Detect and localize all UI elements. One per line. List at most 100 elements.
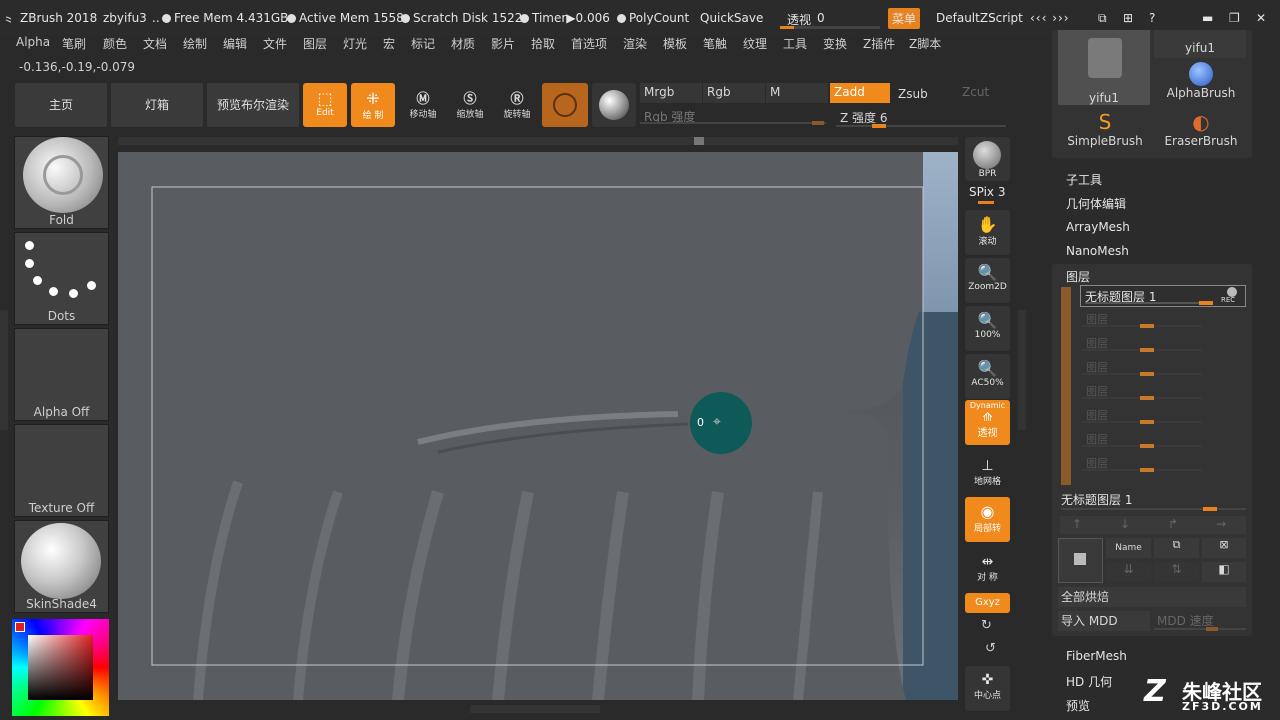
redirect-icon[interactable]: ↱ bbox=[1168, 517, 1178, 531]
top-scroll-strip[interactable] bbox=[118, 137, 958, 145]
layer-slot[interactable]: 图层 bbox=[1082, 431, 1242, 451]
layer-name-field[interactable]: 无标题图层 1 bbox=[1061, 491, 1132, 508]
tool-current-button[interactable]: yifu1 bbox=[1154, 30, 1246, 58]
floor-button[interactable]: ⊥ 地网格 bbox=[965, 452, 1010, 492]
rotate-button[interactable]: Ⓡ 旋转轴 bbox=[495, 88, 539, 128]
duplicate-layer-icon[interactable]: ⧉ bbox=[1154, 538, 1199, 558]
transparency-value[interactable]: 0 bbox=[817, 11, 825, 25]
move-down-icon[interactable]: ↓ bbox=[1120, 517, 1130, 531]
menu-tool[interactable]: 工具 bbox=[783, 35, 807, 52]
menu-marker[interactable]: 标记 bbox=[411, 35, 435, 52]
bottom-tray-handle[interactable] bbox=[470, 705, 600, 713]
bake-all-button[interactable]: 全部烘焙 bbox=[1058, 587, 1246, 607]
bpr-button[interactable]: BPR bbox=[965, 137, 1010, 181]
restore-icon[interactable]: ❐ bbox=[1229, 11, 1240, 25]
home-button[interactable]: 主页 bbox=[15, 83, 107, 127]
scroll-button[interactable]: ✋ 滚动 bbox=[965, 210, 1010, 255]
menu-file[interactable]: 文件 bbox=[263, 35, 287, 52]
menu-light[interactable]: 灯光 bbox=[343, 35, 367, 52]
menu-document[interactable]: 文档 bbox=[143, 35, 167, 52]
close-icon[interactable]: ✕ bbox=[1256, 11, 1266, 25]
zoom2d-button[interactable]: 🔍 Zoom2D bbox=[965, 258, 1010, 303]
rec-label[interactable]: REC bbox=[1221, 296, 1235, 304]
menu-edit[interactable]: 编辑 bbox=[223, 35, 247, 52]
alpha-slot[interactable]: Alpha Off bbox=[14, 328, 109, 421]
nanomesh-section[interactable]: NanoMesh bbox=[1066, 244, 1129, 258]
layer-slot[interactable]: 图层 bbox=[1082, 311, 1242, 331]
layer-slot[interactable]: 图层 bbox=[1082, 407, 1242, 427]
menu-material[interactable]: 材质 bbox=[451, 35, 475, 52]
tray-toggle-icons[interactable]: ‹‹‹ ››› bbox=[1030, 11, 1070, 25]
quicksave-button[interactable]: QuickSave bbox=[700, 11, 763, 25]
z-rotation-icon[interactable]: ↺ bbox=[985, 641, 996, 656]
alphabrush-tool[interactable]: AlphaBrush bbox=[1160, 62, 1242, 104]
gradient-button[interactable] bbox=[592, 83, 636, 127]
layers-section[interactable]: 图层 bbox=[1066, 268, 1090, 285]
menu-preferences[interactable]: 首选项 bbox=[571, 35, 607, 52]
center-point-button[interactable]: ✜ 中心点 bbox=[965, 666, 1010, 711]
menu-button[interactable]: 菜单 bbox=[888, 8, 921, 29]
menu-color[interactable]: 颜色 bbox=[103, 35, 127, 52]
menu-brush[interactable]: 笔刷 bbox=[62, 35, 86, 52]
material-slot[interactable]: SkinShade4 bbox=[14, 520, 109, 613]
delete-layer-icon[interactable]: ⊠ bbox=[1202, 538, 1246, 558]
save-layout-icon[interactable]: ⊞ bbox=[1123, 11, 1133, 25]
hd-geometry-section[interactable]: HD 几何 bbox=[1066, 673, 1112, 690]
split-layer-icon[interactable]: ◧ bbox=[1202, 562, 1246, 582]
bpr-preview-button[interactable]: 预览布尔渲染 bbox=[207, 83, 299, 127]
tool-thumbnail[interactable]: yifu1 bbox=[1058, 30, 1150, 105]
script-button[interactable]: DefaultZScript bbox=[936, 11, 1023, 25]
menu-alpha[interactable]: Alpha bbox=[16, 35, 50, 49]
arraymesh-section[interactable]: ArrayMesh bbox=[1066, 220, 1130, 234]
eraserbrush-tool[interactable]: ◐ EraserBrush bbox=[1160, 110, 1242, 154]
subtool-section[interactable]: 子工具 bbox=[1066, 171, 1102, 188]
menu-macro[interactable]: 宏 bbox=[383, 35, 395, 52]
rgb-button[interactable]: Rgb bbox=[703, 83, 765, 103]
stroke-slot[interactable]: Dots bbox=[14, 232, 109, 325]
new-layer-button[interactable] bbox=[1058, 538, 1103, 583]
local-button[interactable]: ◉ 局部转 bbox=[965, 497, 1010, 542]
mrgb-button[interactable]: Mrgb bbox=[640, 83, 702, 103]
brush-slot[interactable]: Fold bbox=[14, 136, 109, 229]
next-icon[interactable]: → bbox=[1216, 517, 1226, 531]
zcut-button[interactable]: Zcut bbox=[958, 83, 1008, 103]
transparency-slider[interactable] bbox=[780, 26, 880, 29]
scale-button[interactable]: Ⓢ 缩放轴 bbox=[448, 88, 492, 128]
layout-icon[interactable]: ⧉ bbox=[1098, 11, 1107, 26]
material-sphere-button[interactable] bbox=[542, 83, 588, 127]
menu-render[interactable]: 渲染 bbox=[623, 35, 647, 52]
menu-transform[interactable]: 变换 bbox=[823, 35, 847, 52]
xyz-rotation-button[interactable]: Gxyz bbox=[965, 593, 1010, 613]
ac50-button[interactable]: 🔍 AC50% bbox=[965, 354, 1010, 399]
menu-zscript[interactable]: Z脚本 bbox=[909, 35, 941, 52]
menu-texture[interactable]: 纹理 bbox=[743, 35, 767, 52]
name-button[interactable]: Name bbox=[1106, 538, 1151, 558]
merge-down-icon[interactable]: ⇊ bbox=[1106, 562, 1151, 582]
active-layer-row[interactable]: 无标题图层 1 REC bbox=[1080, 285, 1246, 307]
texture-slot[interactable]: Texture Off bbox=[14, 424, 109, 517]
symmetry-button[interactable]: ⇹ 对 称 bbox=[965, 548, 1010, 588]
top-scroll-handle[interactable] bbox=[694, 137, 704, 145]
main-color-swatch[interactable] bbox=[15, 622, 25, 632]
menu-draw[interactable]: 绘制 bbox=[183, 35, 207, 52]
geometry-section[interactable]: 几何体编辑 bbox=[1066, 195, 1126, 212]
menu-movie[interactable]: 影片 bbox=[491, 35, 515, 52]
layer-slot[interactable]: 图层 bbox=[1082, 335, 1242, 355]
layer-intensity-slider[interactable] bbox=[1061, 507, 1246, 511]
lightbox-button[interactable]: 灯箱 bbox=[111, 83, 203, 127]
merge-visible-icon[interactable]: ⇅ bbox=[1154, 562, 1199, 582]
edit-button[interactable]: ⬚ Edit bbox=[303, 83, 347, 127]
m-button[interactable]: M bbox=[766, 83, 828, 103]
zsub-button[interactable]: Zsub bbox=[894, 85, 954, 105]
menu-stroke[interactable]: 笔触 bbox=[703, 35, 727, 52]
move-button[interactable]: Ⓜ 移动轴 bbox=[401, 88, 445, 128]
z-intensity-slider[interactable]: Z 强度 6 bbox=[836, 107, 1008, 128]
left-tray-handle[interactable] bbox=[0, 310, 8, 430]
menu-stencil[interactable]: 模板 bbox=[663, 35, 687, 52]
active-layer-slider[interactable] bbox=[1085, 301, 1213, 305]
color-picker[interactable] bbox=[12, 619, 109, 716]
layer-slot[interactable]: 图层 bbox=[1082, 359, 1242, 379]
draw-button[interactable]: ⁜ 绘 制 bbox=[351, 83, 395, 127]
preview-section[interactable]: 预览 bbox=[1066, 697, 1090, 714]
menu-picker[interactable]: 拾取 bbox=[531, 35, 555, 52]
